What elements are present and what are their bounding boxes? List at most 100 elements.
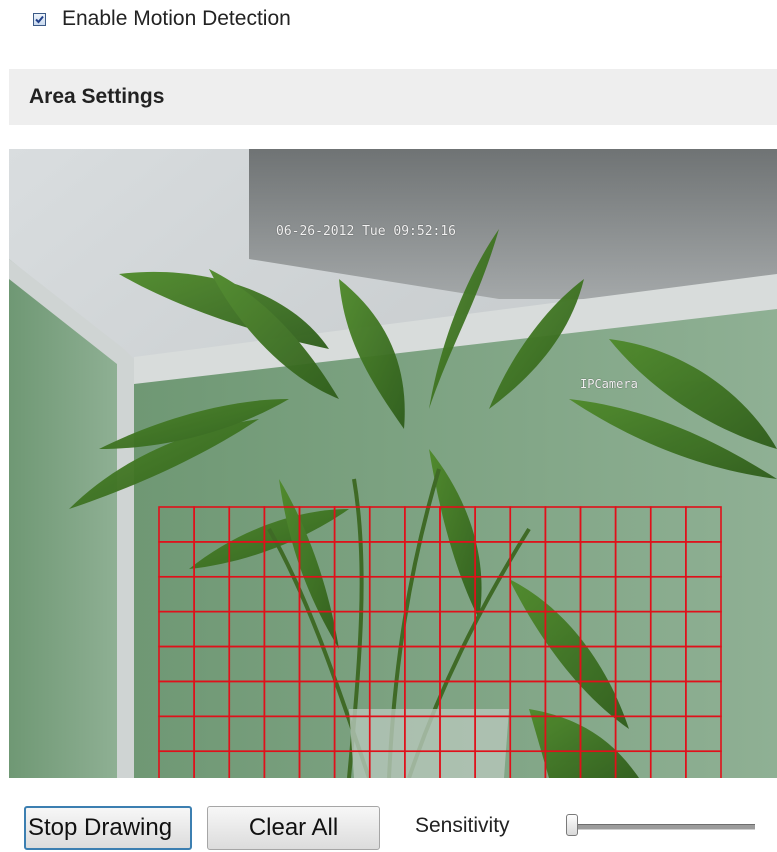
- grid-cell[interactable]: [158, 506, 195, 543]
- grid-cell[interactable]: [228, 750, 266, 778]
- sensitivity-slider-track[interactable]: [572, 824, 755, 830]
- grid-cell[interactable]: [298, 541, 336, 578]
- grid-cell[interactable]: [193, 680, 231, 718]
- grid-cell[interactable]: [368, 750, 406, 778]
- grid-cell[interactable]: [509, 645, 547, 683]
- grid-cell[interactable]: [544, 645, 582, 683]
- grid-cell[interactable]: [298, 575, 336, 613]
- grid-cell[interactable]: [333, 750, 371, 778]
- grid-cell[interactable]: [579, 680, 617, 718]
- grid-cell[interactable]: [193, 541, 231, 578]
- grid-cell[interactable]: [158, 575, 195, 613]
- grid-cell[interactable]: [404, 750, 441, 778]
- grid-cell[interactable]: [614, 645, 652, 683]
- grid-cell[interactable]: [649, 610, 687, 648]
- grid-cell[interactable]: [439, 750, 476, 778]
- grid-cell[interactable]: [263, 575, 301, 613]
- grid-cell[interactable]: [368, 541, 406, 578]
- grid-cell[interactable]: [439, 645, 476, 683]
- grid-cell[interactable]: [649, 715, 687, 753]
- grid-cell[interactable]: [228, 645, 266, 683]
- stop-drawing-button[interactable]: Stop Drawing: [24, 806, 192, 850]
- grid-cell[interactable]: [579, 541, 617, 578]
- grid-cell[interactable]: [193, 750, 231, 778]
- grid-cell[interactable]: [333, 680, 371, 718]
- grid-cell[interactable]: [368, 645, 406, 683]
- grid-cell[interactable]: [439, 541, 476, 578]
- video-preview[interactable]: [9, 149, 777, 778]
- grid-cell[interactable]: [614, 715, 652, 753]
- grid-cell[interactable]: [368, 610, 406, 648]
- grid-cell[interactable]: [579, 715, 617, 753]
- grid-cell[interactable]: [228, 610, 266, 648]
- grid-cell[interactable]: [474, 750, 512, 778]
- enable-motion-detection-row[interactable]: Enable Motion Detection: [33, 6, 291, 32]
- grid-cell[interactable]: [579, 750, 617, 778]
- grid-cell[interactable]: [614, 680, 652, 718]
- grid-cell[interactable]: [544, 750, 582, 778]
- grid-cell[interactable]: [193, 575, 231, 613]
- grid-cell[interactable]: [439, 506, 476, 543]
- grid-cell[interactable]: [298, 506, 336, 543]
- grid-cell[interactable]: [333, 715, 371, 753]
- grid-cell[interactable]: [474, 680, 512, 718]
- grid-cell[interactable]: [544, 575, 582, 613]
- grid-cell[interactable]: [193, 506, 231, 543]
- grid-cell[interactable]: [579, 506, 617, 543]
- grid-cell[interactable]: [439, 715, 476, 753]
- grid-cell[interactable]: [685, 575, 722, 613]
- grid-cell[interactable]: [544, 680, 582, 718]
- grid-cell[interactable]: [158, 680, 195, 718]
- grid-cell[interactable]: [614, 541, 652, 578]
- grid-cell[interactable]: [474, 645, 512, 683]
- grid-cell[interactable]: [474, 506, 512, 543]
- grid-cell[interactable]: [649, 750, 687, 778]
- grid-cell[interactable]: [404, 506, 441, 543]
- detection-grid[interactable]: [158, 506, 722, 778]
- sensitivity-slider-thumb[interactable]: [566, 814, 578, 836]
- grid-cell[interactable]: [333, 541, 371, 578]
- grid-cell[interactable]: [333, 645, 371, 683]
- grid-cell[interactable]: [439, 680, 476, 718]
- grid-cell[interactable]: [685, 715, 722, 753]
- grid-cell[interactable]: [649, 506, 687, 543]
- grid-cell[interactable]: [614, 575, 652, 613]
- grid-cell[interactable]: [685, 506, 722, 543]
- grid-cell[interactable]: [263, 541, 301, 578]
- grid-cell[interactable]: [474, 610, 512, 648]
- grid-cell[interactable]: [368, 506, 406, 543]
- grid-cell[interactable]: [649, 575, 687, 613]
- grid-cell[interactable]: [509, 506, 547, 543]
- grid-cell[interactable]: [333, 610, 371, 648]
- grid-cell[interactable]: [685, 680, 722, 718]
- grid-cell[interactable]: [649, 541, 687, 578]
- grid-cell[interactable]: [193, 715, 231, 753]
- clear-all-button[interactable]: Clear All: [207, 806, 380, 850]
- grid-cell[interactable]: [368, 680, 406, 718]
- grid-cell[interactable]: [404, 715, 441, 753]
- grid-cell[interactable]: [509, 715, 547, 753]
- grid-cell[interactable]: [298, 680, 336, 718]
- grid-cell[interactable]: [368, 575, 406, 613]
- grid-cell[interactable]: [263, 715, 301, 753]
- grid-cell[interactable]: [509, 610, 547, 648]
- grid-cell[interactable]: [193, 610, 231, 648]
- grid-cell[interactable]: [544, 506, 582, 543]
- grid-cell[interactable]: [298, 750, 336, 778]
- grid-cell[interactable]: [263, 506, 301, 543]
- grid-cell[interactable]: [439, 575, 476, 613]
- grid-cell[interactable]: [368, 715, 406, 753]
- grid-cell[interactable]: [193, 645, 231, 683]
- grid-cell[interactable]: [158, 541, 195, 578]
- grid-cell[interactable]: [158, 645, 195, 683]
- grid-cell[interactable]: [579, 575, 617, 613]
- grid-cell[interactable]: [685, 645, 722, 683]
- grid-cell[interactable]: [158, 610, 195, 648]
- grid-cell[interactable]: [509, 575, 547, 613]
- grid-cell[interactable]: [544, 610, 582, 648]
- grid-cell[interactable]: [685, 750, 722, 778]
- grid-cell[interactable]: [404, 645, 441, 683]
- grid-cell[interactable]: [509, 680, 547, 718]
- grid-cell[interactable]: [298, 645, 336, 683]
- grid-cell[interactable]: [404, 575, 441, 613]
